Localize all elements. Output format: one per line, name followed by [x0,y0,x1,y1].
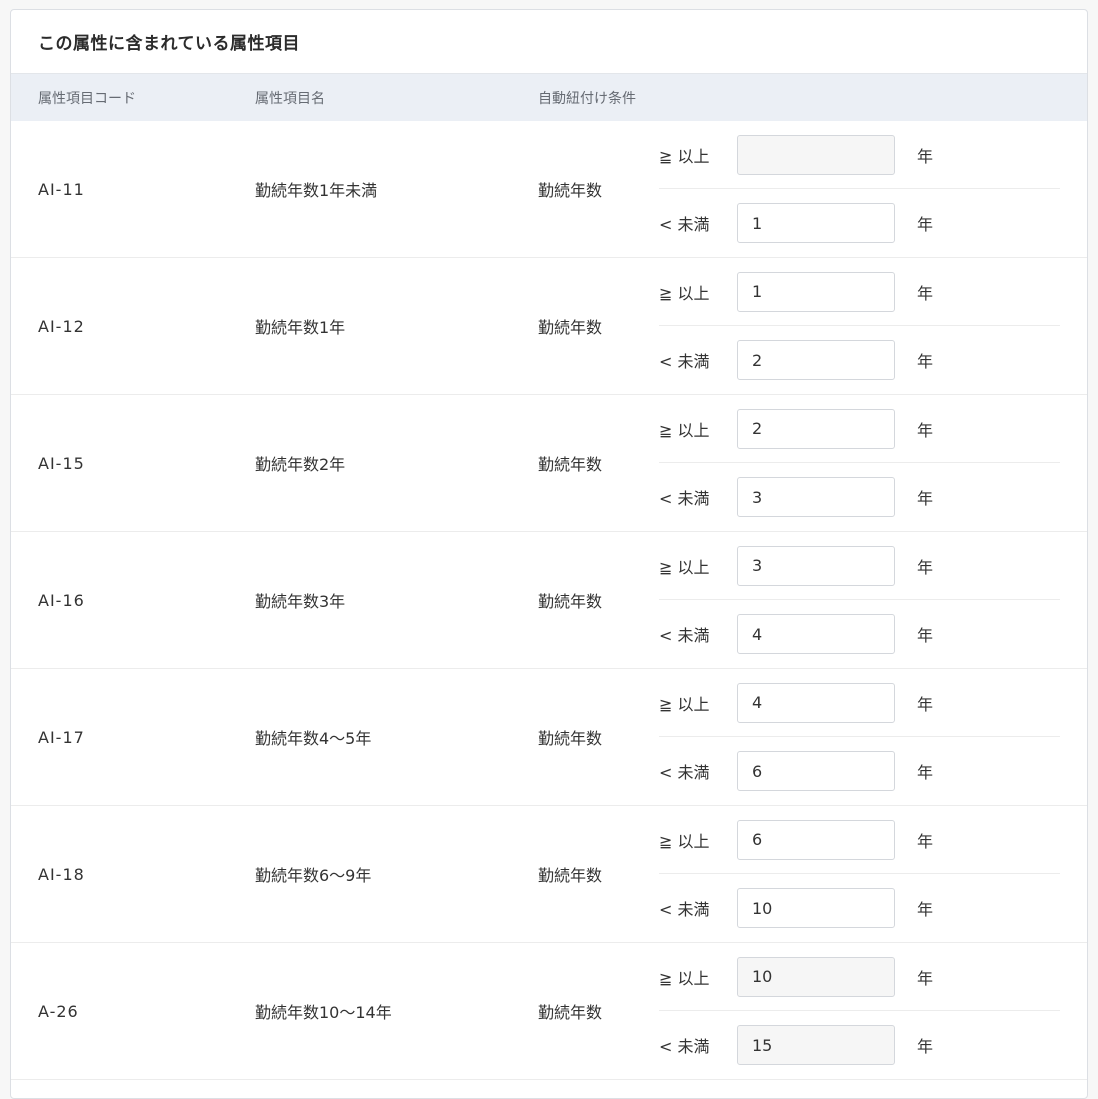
row-code: AI-16 [38,590,85,610]
table-row: AI-12 勤続年数1年 勤続年数 ≧ 以上 年 < 未満 年 [11,258,1087,395]
min-years-input[interactable] [737,682,895,723]
row-code: AI-17 [38,727,85,747]
unit-label: 年 [917,489,934,508]
table-row: AI-18 勤続年数6～9年 勤続年数 ≧ 以上 年 < 未満 年 [11,806,1087,943]
row-condition: 勤続年数 [538,455,603,474]
row-condition: 勤続年数 [538,866,603,885]
unit-label: 年 [917,215,934,234]
header-condition: 自動紐付け条件 [538,90,636,107]
row-code: AI-15 [38,453,85,473]
row-name: 勤続年数1年未満 [255,181,378,200]
row-code: AI-11 [38,179,85,199]
range-min-line: ≧ 以上 年 [659,669,1060,737]
row-name: 勤続年数10～14年 [255,1003,392,1022]
range-min-line: ≧ 以上 年 [659,532,1060,600]
unit-label: 年 [917,283,934,303]
row-name: 勤続年数3年 [255,592,346,611]
unit-label: 年 [917,146,934,166]
unit-label: 年 [917,557,934,577]
row-condition: 勤続年数 [538,181,603,200]
gte-operator-label: ≧ 以上 [659,420,710,440]
table-row: AI-16 勤続年数3年 勤続年数 ≧ 以上 年 < 未満 年 [11,532,1087,669]
range-min-line: ≧ 以上 年 [659,258,1060,326]
min-years-input[interactable] [737,956,895,997]
lt-operator-label: < 未満 [659,763,710,782]
max-years-input[interactable] [737,888,895,928]
lt-operator-label: < 未満 [659,1037,710,1056]
row-condition: 勤続年数 [538,1003,603,1022]
range-max-line: < 未満 年 [659,737,1060,805]
min-years-input[interactable] [737,545,895,586]
row-code: AI-12 [38,316,85,336]
range-conditions: ≧ 以上 年 < 未満 年 [659,395,1087,531]
unit-label: 年 [917,694,934,714]
range-min-line: ≧ 以上 年 [659,943,1060,1011]
range-max-line: < 未満 年 [659,600,1060,668]
unit-label: 年 [917,1037,934,1056]
range-max-line: < 未満 年 [659,189,1060,257]
range-conditions: ≧ 以上 年 < 未満 年 [659,258,1087,394]
panel-title: この属性に含まれている属性項目 [38,34,300,54]
gte-operator-label: ≧ 以上 [659,283,710,303]
lt-operator-label: < 未満 [659,626,710,645]
gte-operator-label: ≧ 以上 [659,557,710,577]
min-years-input[interactable] [737,819,895,860]
row-name: 勤続年数6～9年 [255,866,372,885]
table-row: AI-11 勤続年数1年未満 勤続年数 ≧ 以上 年 < 未満 年 [11,121,1087,258]
min-years-input[interactable] [737,271,895,312]
range-max-line: < 未満 年 [659,1011,1060,1079]
unit-label: 年 [917,626,934,645]
lt-operator-label: < 未満 [659,352,710,371]
table-row: AI-17 勤続年数4～5年 勤続年数 ≧ 以上 年 < 未満 年 [11,669,1087,806]
max-years-input[interactable] [737,477,895,517]
table-row: A-26 勤続年数10～14年 勤続年数 ≧ 以上 年 < 未満 年 [11,943,1087,1080]
gte-operator-label: ≧ 以上 [659,968,710,988]
row-name: 勤続年数4～5年 [255,729,372,748]
lt-operator-label: < 未満 [659,900,710,919]
attribute-items-panel: この属性に含まれている属性項目 属性項目コード 属性項目名 自動紐付け条件 AI… [10,9,1088,1099]
unit-label: 年 [917,900,934,919]
max-years-input[interactable] [737,203,895,243]
unit-label: 年 [917,420,934,440]
row-condition: 勤続年数 [538,318,603,337]
range-max-line: < 未満 年 [659,463,1060,531]
range-conditions: ≧ 以上 年 < 未満 年 [659,669,1087,805]
table-body: AI-11 勤続年数1年未満 勤続年数 ≧ 以上 年 < 未満 年 AI-12 … [11,121,1087,1080]
unit-label: 年 [917,831,934,851]
range-conditions: ≧ 以上 年 < 未満 年 [659,806,1087,942]
header-code: 属性項目コード [38,90,136,107]
gte-operator-label: ≧ 以上 [659,831,710,851]
row-code: A-26 [38,1001,79,1021]
range-min-line: ≧ 以上 年 [659,121,1060,189]
unit-label: 年 [917,352,934,371]
min-years-input[interactable] [737,408,895,449]
header-name: 属性項目名 [255,90,325,107]
lt-operator-label: < 未満 [659,489,710,508]
max-years-input[interactable] [737,614,895,654]
max-years-input[interactable] [737,751,895,791]
range-max-line: < 未満 年 [659,874,1060,942]
gte-operator-label: ≧ 以上 [659,146,710,166]
row-condition: 勤続年数 [538,592,603,611]
max-years-input[interactable] [737,340,895,380]
range-conditions: ≧ 以上 年 < 未満 年 [659,532,1087,668]
unit-label: 年 [917,968,934,988]
gte-operator-label: ≧ 以上 [659,694,710,714]
panel-header: この属性に含まれている属性項目 [11,10,1087,74]
min-years-input[interactable] [737,134,895,175]
range-conditions: ≧ 以上 年 < 未満 年 [659,121,1087,257]
table-row: AI-15 勤続年数2年 勤続年数 ≧ 以上 年 < 未満 年 [11,395,1087,532]
lt-operator-label: < 未満 [659,215,710,234]
max-years-input[interactable] [737,1025,895,1065]
unit-label: 年 [917,763,934,782]
row-condition: 勤続年数 [538,729,603,748]
range-conditions: ≧ 以上 年 < 未満 年 [659,943,1087,1079]
row-name: 勤続年数1年 [255,318,346,337]
table-header: 属性項目コード 属性項目名 自動紐付け条件 [11,74,1087,121]
row-code: AI-18 [38,864,85,884]
row-name: 勤続年数2年 [255,455,346,474]
range-max-line: < 未満 年 [659,326,1060,394]
range-min-line: ≧ 以上 年 [659,806,1060,874]
range-min-line: ≧ 以上 年 [659,395,1060,463]
